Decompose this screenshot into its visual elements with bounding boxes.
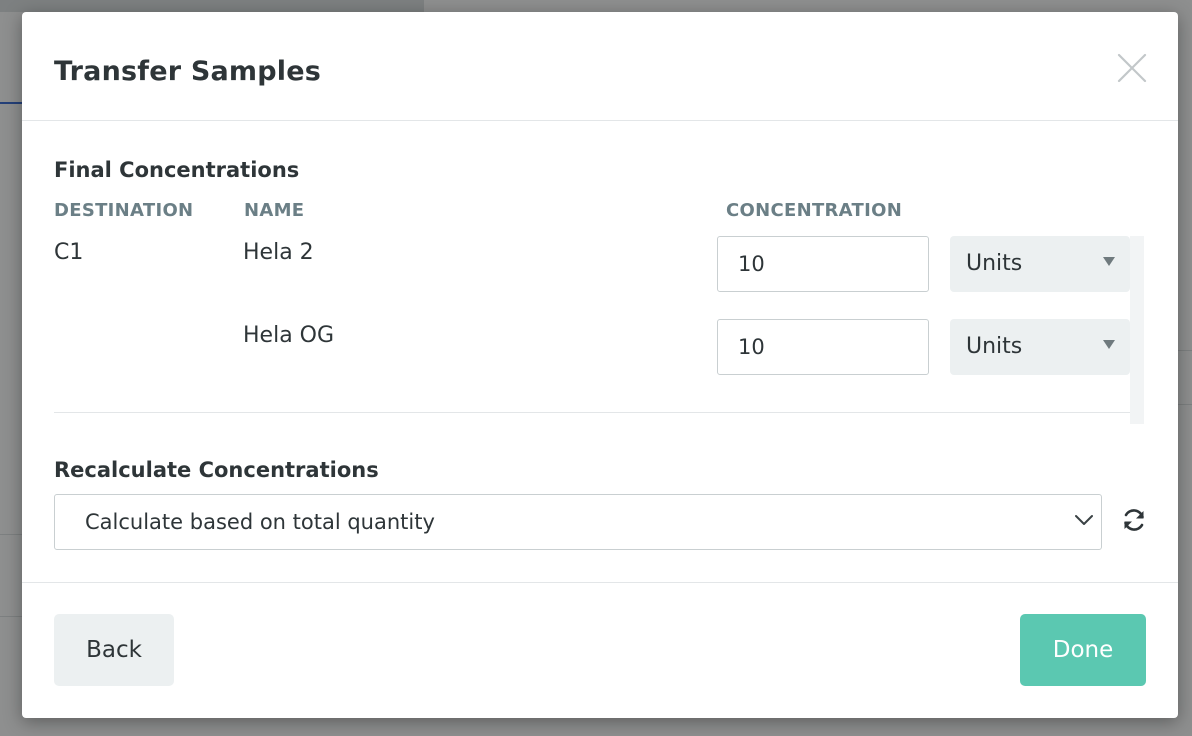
modal-title: Transfer Samples: [54, 56, 322, 87]
section-divider: [54, 412, 1130, 413]
refresh-button[interactable]: [1120, 506, 1148, 534]
done-button[interactable]: Done: [1020, 614, 1146, 686]
row-1-unit-select[interactable]: Units: [950, 236, 1130, 292]
column-header-destination: DESTINATION: [54, 200, 194, 221]
row-1-destination: C1: [54, 240, 84, 265]
modal-header: Transfer Samples: [22, 12, 1178, 121]
caret-down-icon: [1103, 257, 1115, 266]
refresh-icon: [1124, 509, 1144, 531]
caret-down-icon: [1103, 340, 1115, 349]
row-2-unit-label: Units: [966, 334, 1023, 359]
recalculate-select[interactable]: Calculate based on total quantity: [54, 494, 1102, 550]
row-1-concentration-input[interactable]: [717, 236, 929, 292]
list-scrollbar[interactable]: [1130, 236, 1144, 424]
row-1-name: Hela 2: [243, 240, 314, 265]
row-1-unit-label: Units: [966, 251, 1023, 276]
close-icon: [1117, 53, 1147, 83]
footer-divider: [22, 582, 1178, 583]
transfer-samples-modal: Transfer Samples Final Concentrations DE…: [22, 12, 1178, 718]
row-2-unit-select[interactable]: Units: [950, 319, 1130, 375]
row-2-concentration-input[interactable]: [717, 319, 929, 375]
row-2-name: Hela OG: [243, 323, 335, 348]
chevron-down-icon: [1075, 515, 1093, 525]
recalculate-heading: Recalculate Concentrations: [54, 458, 379, 482]
back-button[interactable]: Back: [54, 614, 174, 686]
column-header-name: NAME: [244, 200, 305, 221]
final-concentrations-heading: Final Concentrations: [54, 158, 300, 182]
close-button[interactable]: [1116, 52, 1148, 84]
column-header-concentration: CONCENTRATION: [726, 200, 903, 221]
recalculate-selected-value: Calculate based on total quantity: [85, 510, 435, 534]
